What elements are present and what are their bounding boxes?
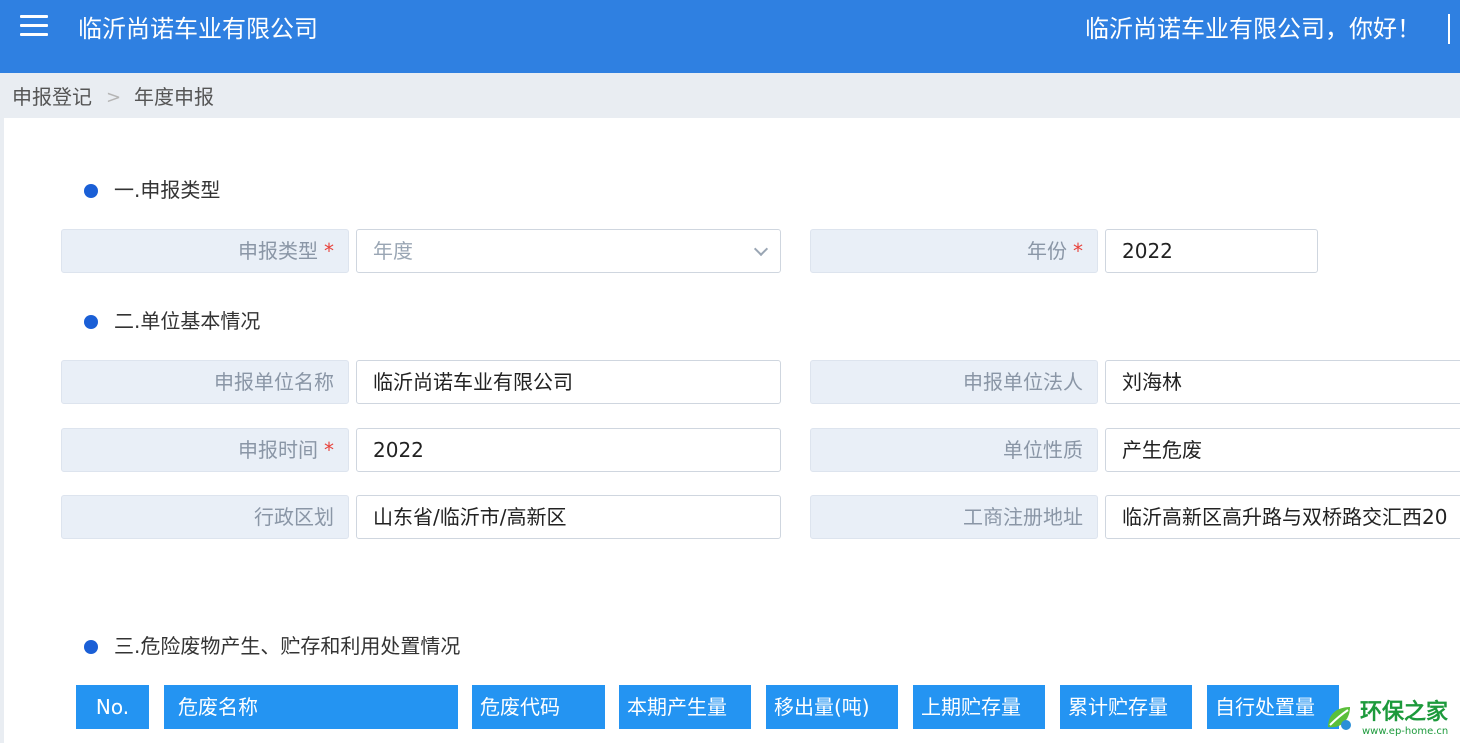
- table-header-accumulated-storage: 累计贮存量: [1060, 685, 1192, 729]
- chevron-down-icon: [753, 241, 769, 257]
- app-title: 临沂尚诺车业有限公司: [78, 15, 318, 43]
- breadcrumb-item-report-register[interactable]: 申报登记: [12, 85, 92, 109]
- year-input[interactable]: 2022: [1105, 229, 1318, 273]
- table-header-current-output: 本期产生量: [619, 685, 751, 729]
- report-time-label: 申报时间 *: [61, 428, 349, 472]
- report-type-label: 申报类型 *: [61, 229, 349, 273]
- watermark: 环保之家 www.ep-home.cn: [1320, 697, 1460, 743]
- section-title: 三.危险废物产生、贮存和利用处置情况: [114, 634, 461, 658]
- section-title: 一.申报类型: [114, 178, 221, 202]
- unit-name-input[interactable]: 临沂尚诺车业有限公司: [356, 360, 781, 404]
- leaf-logo-icon: [1328, 707, 1351, 730]
- table-header-transfer-out: 移出量(吨): [766, 685, 898, 729]
- unit-nature-input[interactable]: 产生危废: [1105, 428, 1460, 472]
- table-header-waste-code: 危废代码: [472, 685, 605, 729]
- watermark-name: 环保之家: [1360, 700, 1449, 725]
- table-header-no: No.: [76, 685, 149, 729]
- address-input[interactable]: 临沂高新区高升路与双桥路交汇西20: [1105, 495, 1460, 539]
- table-header-waste-name: 危废名称: [164, 685, 458, 729]
- legal-person-input[interactable]: 刘海林: [1105, 360, 1460, 404]
- menu-icon[interactable]: [20, 15, 48, 39]
- breadcrumb: 申报登记 > 年度申报: [0, 73, 1460, 118]
- chevron-right-icon: >: [106, 87, 122, 108]
- region-label: 行政区划: [61, 495, 349, 539]
- legal-person-label: 申报单位法人: [810, 360, 1098, 404]
- year-label: 年份 *: [810, 229, 1098, 273]
- section-dot-icon: [84, 315, 98, 329]
- report-time-input[interactable]: 2022: [356, 428, 781, 472]
- section-dot-icon: [84, 640, 98, 654]
- table-header-previous-storage: 上期贮存量: [913, 685, 1045, 729]
- watermark-url: www.ep-home.cn: [1362, 726, 1449, 737]
- unit-nature-label: 单位性质: [810, 428, 1098, 472]
- unit-name-label: 申报单位名称: [61, 360, 349, 404]
- main-content: 一.申报类型 申报类型 * 年度 年份 * 2022 二.单位基本情况 申报单位名称…: [0, 118, 1460, 743]
- section-dot-icon: [84, 184, 98, 198]
- region-input[interactable]: 山东省/临沂市/高新区: [356, 495, 781, 539]
- user-greeting: 临沂尚诺车业有限公司，你好！: [1085, 15, 1421, 43]
- report-type-select[interactable]: 年度: [356, 229, 781, 273]
- breadcrumb-item-annual-report: 年度申报: [134, 85, 214, 109]
- section-title: 二.单位基本情况: [114, 309, 261, 333]
- address-label: 工商注册地址: [810, 495, 1098, 539]
- header-divider: [1448, 14, 1450, 44]
- top-header: 临沂尚诺车业有限公司 临沂尚诺车业有限公司，你好！: [0, 0, 1460, 73]
